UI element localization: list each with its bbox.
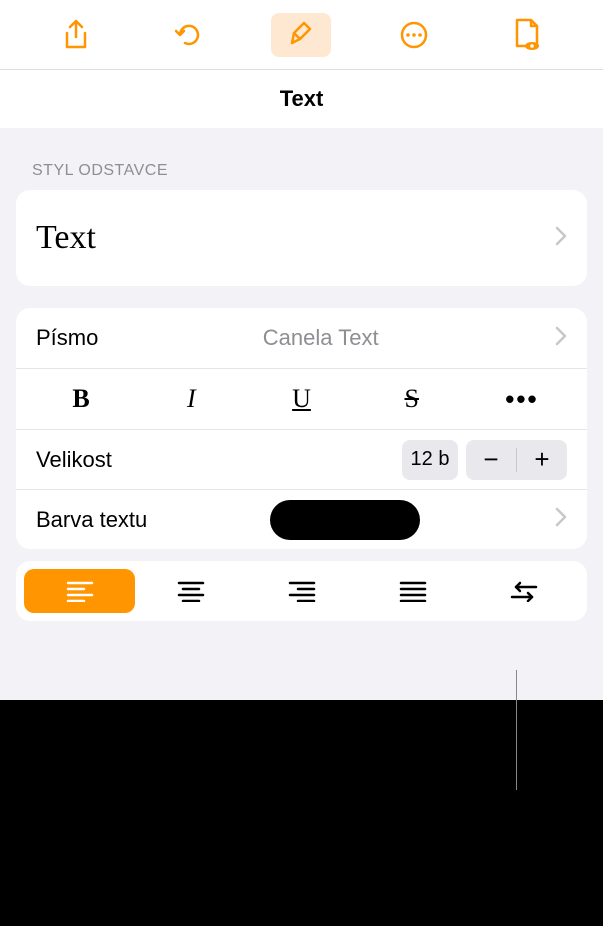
size-value[interactable]: 12 b xyxy=(402,440,458,480)
align-left-button[interactable] xyxy=(24,569,135,613)
font-card: Písmo Canela Text B I U S ••• Velikost 1… xyxy=(16,308,587,549)
paragraph-style-card: Text xyxy=(16,190,587,286)
chevron-right-icon xyxy=(555,226,567,251)
size-row: Velikost 12 b − + xyxy=(16,429,587,489)
bold-button[interactable]: B xyxy=(26,369,136,429)
more-button[interactable] xyxy=(384,13,444,57)
document-settings-button[interactable] xyxy=(497,13,557,57)
text-direction-icon xyxy=(510,580,538,602)
italic-button[interactable]: I xyxy=(136,369,246,429)
size-stepper: − + xyxy=(466,440,567,480)
chevron-right-icon xyxy=(555,326,567,351)
brush-icon xyxy=(286,19,316,51)
align-left-icon xyxy=(66,580,94,602)
font-value: Canela Text xyxy=(263,325,379,351)
size-decrease-button[interactable]: − xyxy=(466,440,516,480)
font-row[interactable]: Písmo Canela Text xyxy=(16,308,587,368)
paragraph-style-value: Text xyxy=(36,219,96,257)
underline-button[interactable]: U xyxy=(246,369,356,429)
share-icon xyxy=(63,19,89,51)
chevron-right-icon xyxy=(555,507,567,532)
alignment-row xyxy=(16,561,587,621)
align-right-button[interactable] xyxy=(246,569,357,613)
share-button[interactable] xyxy=(46,13,106,57)
align-justify-icon xyxy=(399,580,427,602)
document-eye-icon xyxy=(513,18,541,52)
section-label-paragraph: Styl odstavce xyxy=(32,162,587,180)
more-circle-icon xyxy=(399,20,429,50)
strikethrough-button[interactable]: S xyxy=(357,369,467,429)
align-justify-button[interactable] xyxy=(357,569,468,613)
top-toolbar xyxy=(0,0,603,70)
size-label: Velikost xyxy=(36,447,112,473)
align-right-icon xyxy=(288,580,316,602)
panel-title-text: Text xyxy=(280,86,324,112)
panel-title: Text xyxy=(0,70,603,128)
text-direction-button[interactable] xyxy=(468,569,579,613)
panel-content: Styl odstavce Text Písmo Canela Text B I xyxy=(0,128,603,637)
color-swatch xyxy=(270,500,420,540)
font-label: Písmo xyxy=(36,325,98,351)
callout-line xyxy=(516,670,517,790)
format-panel: Text Styl odstavce Text Písmo Canela Tex… xyxy=(0,0,603,700)
paragraph-style-row[interactable]: Text xyxy=(16,190,587,286)
text-style-row: B I U S ••• xyxy=(16,368,587,429)
undo-icon xyxy=(174,20,204,50)
undo-button[interactable] xyxy=(159,13,219,57)
align-center-icon xyxy=(177,580,205,602)
more-styles-button[interactable]: ••• xyxy=(467,369,577,429)
align-center-button[interactable] xyxy=(135,569,246,613)
text-color-row[interactable]: Barva textu xyxy=(16,489,587,549)
size-controls: 12 b − + xyxy=(402,440,567,480)
size-increase-button[interactable]: + xyxy=(517,440,567,480)
format-brush-button[interactable] xyxy=(271,13,331,57)
text-color-label: Barva textu xyxy=(36,507,147,533)
